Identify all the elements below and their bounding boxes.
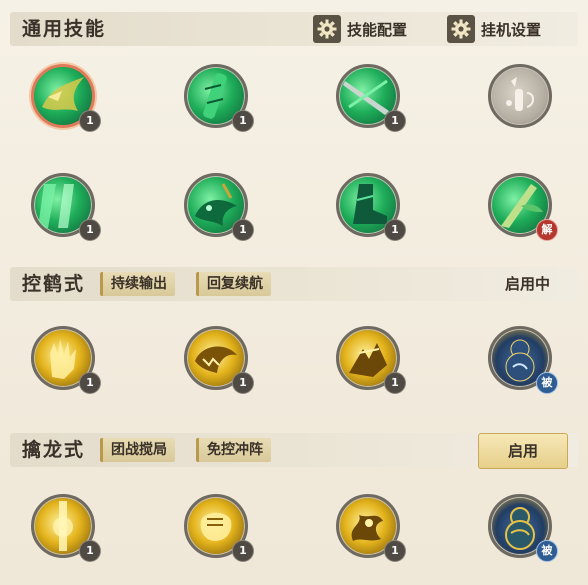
skill-slot[interactable]: 1 [31, 494, 101, 562]
skill-slot[interactable]: 1 [336, 326, 406, 394]
auto-settings-label: 挂机设置 [481, 20, 542, 39]
skill-level: 1 [79, 219, 101, 241]
skill-level: 1 [232, 110, 254, 132]
skill-level: 1 [384, 372, 406, 394]
auto-settings-button[interactable]: 挂机设置 [447, 14, 541, 44]
skill-level: 1 [384, 219, 406, 241]
general-skills-title: 通用技能 [22, 18, 107, 40]
skill-slot[interactable]: 1 [31, 326, 101, 394]
skill-level: 1 [232, 219, 254, 241]
skill-slot[interactable]: 1 [31, 64, 101, 132]
skill-slot[interactable]: 1 [184, 494, 254, 562]
dragon-style-title: 擒龙式 [22, 439, 86, 461]
enable-button[interactable]: 启用 [478, 433, 568, 469]
skill-level: 1 [79, 540, 101, 562]
passive-badge: 被 [536, 540, 558, 562]
skill-slot-locked[interactable] [488, 64, 552, 128]
skill-slot[interactable]: 1 [336, 173, 406, 241]
skill-config-label: 技能配置 [347, 20, 408, 39]
locked-skill-icon [488, 64, 552, 128]
dragon-tag-cc-immune: 免控冲阵 [196, 438, 271, 462]
gear-icon [313, 15, 341, 43]
skill-slot[interactable]: 1 [336, 494, 406, 562]
skill-slot[interactable]: 被 [488, 494, 558, 562]
skill-slot[interactable]: 1 [336, 64, 406, 132]
skill-level: 1 [79, 372, 101, 394]
unlock-badge: 解 [536, 219, 558, 241]
crane-tag-sustained-output: 持续输出 [100, 272, 175, 296]
gear-icon [447, 15, 475, 43]
skill-level: 1 [79, 110, 101, 132]
skill-config-button[interactable]: 技能配置 [313, 14, 407, 44]
skill-slot[interactable]: 1 [184, 326, 254, 394]
general-skills-header: 通用技能 技能配置 挂机设置 [10, 12, 578, 46]
crane-tag-recovery: 回复续航 [196, 272, 271, 296]
skill-level: 1 [232, 372, 254, 394]
skill-panel: 通用技能 技能配置 挂机设置 1 1 1 1 1 1 解 控鹤式 持续输出 回复… [0, 0, 588, 585]
crane-style-title: 控鹤式 [22, 273, 86, 295]
skill-level: 1 [384, 540, 406, 562]
skill-level: 1 [232, 540, 254, 562]
skill-slot[interactable]: 1 [184, 173, 254, 241]
skill-slot[interactable]: 解 [488, 173, 558, 241]
skill-level: 1 [384, 110, 406, 132]
skill-slot[interactable]: 被 [488, 326, 558, 394]
dragon-tag-teamfight: 团战搅局 [100, 438, 175, 462]
crane-style-header: 控鹤式 持续输出 回复续航 启用中 [10, 267, 578, 301]
skill-slot[interactable]: 1 [31, 173, 101, 241]
skill-slot[interactable]: 1 [184, 64, 254, 132]
passive-badge: 被 [536, 372, 558, 394]
crane-status-text: 启用中 [504, 275, 550, 293]
